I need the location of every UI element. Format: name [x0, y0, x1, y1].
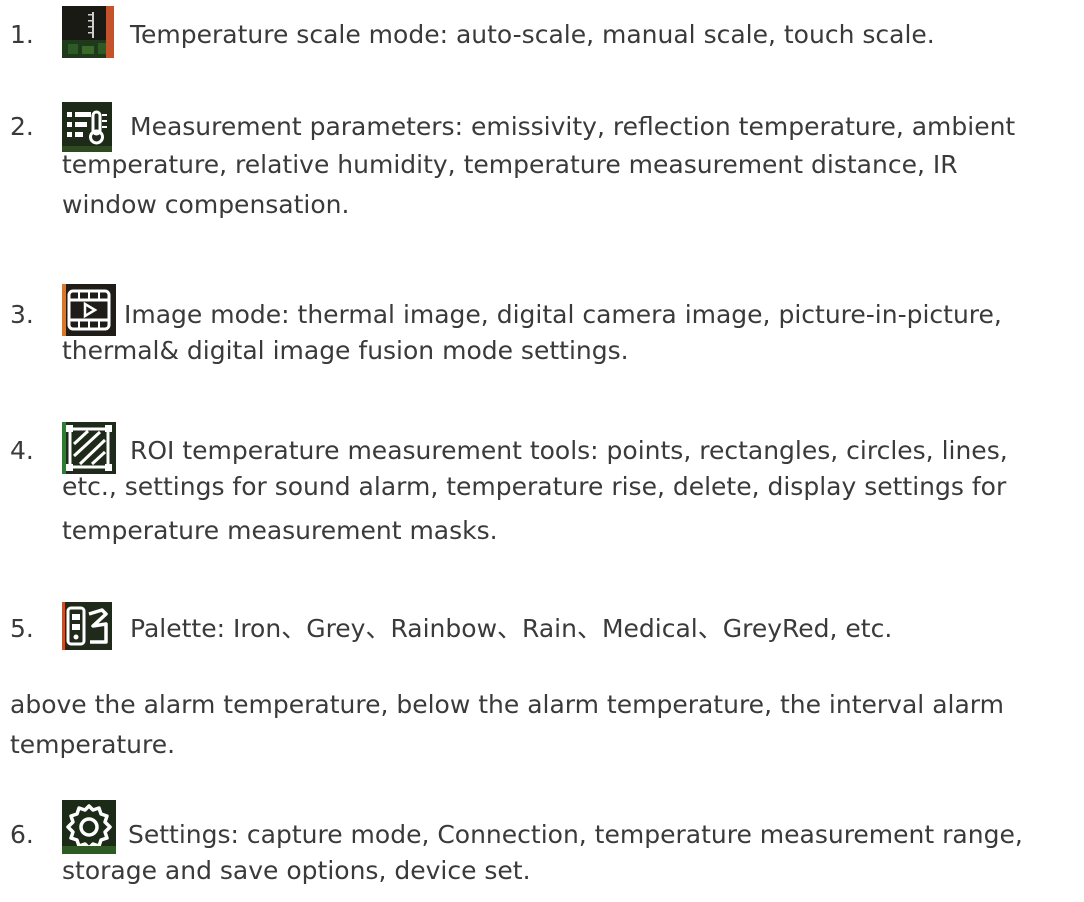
item-text-line: thermal& digital image fusion mode setti… [62, 336, 629, 365]
item-number: 6. [10, 820, 34, 849]
item-text-line: window compensation. [62, 190, 350, 219]
item-text-line: temperature, relative humidity, temperat… [62, 150, 958, 179]
item-text-line: Palette: Iron、Grey、Rainbow、Rain、Medical、… [130, 614, 893, 643]
alarm-note-line: above the alarm temperature, below the a… [10, 690, 1004, 719]
item-number: 3. [10, 300, 34, 329]
item-text-line: ROI temperature measurement tools: point… [130, 436, 1008, 465]
item-text-line: storage and save options, device set. [62, 856, 531, 885]
item-text-line: temperature measurement masks. [62, 516, 498, 545]
item-text-line: Measurement parameters: emissivity, refl… [130, 112, 1016, 141]
gear-icon [62, 800, 116, 854]
measurement-parameters-icon [62, 102, 112, 152]
item-number: 4. [10, 436, 34, 465]
image-mode-icon [62, 284, 116, 336]
manual-page: 1. Temperature scale mode: auto-scale, m… [0, 0, 1084, 902]
roi-tools-icon [62, 422, 116, 474]
item-text-line: Image mode: thermal image, digital camer… [124, 300, 1002, 329]
item-number: 2. [10, 112, 34, 141]
item-text-line: Temperature scale mode: auto-scale, manu… [130, 20, 935, 49]
temperature-scale-icon [62, 6, 114, 58]
item-text-line: Settings: capture mode, Connection, temp… [128, 820, 1023, 849]
alarm-note-line: temperature. [10, 730, 176, 759]
item-text-line: etc., settings for sound alarm, temperat… [62, 472, 1007, 501]
item-number: 5. [10, 614, 34, 643]
item-number: 1. [10, 20, 34, 49]
palette-icon [62, 602, 112, 650]
